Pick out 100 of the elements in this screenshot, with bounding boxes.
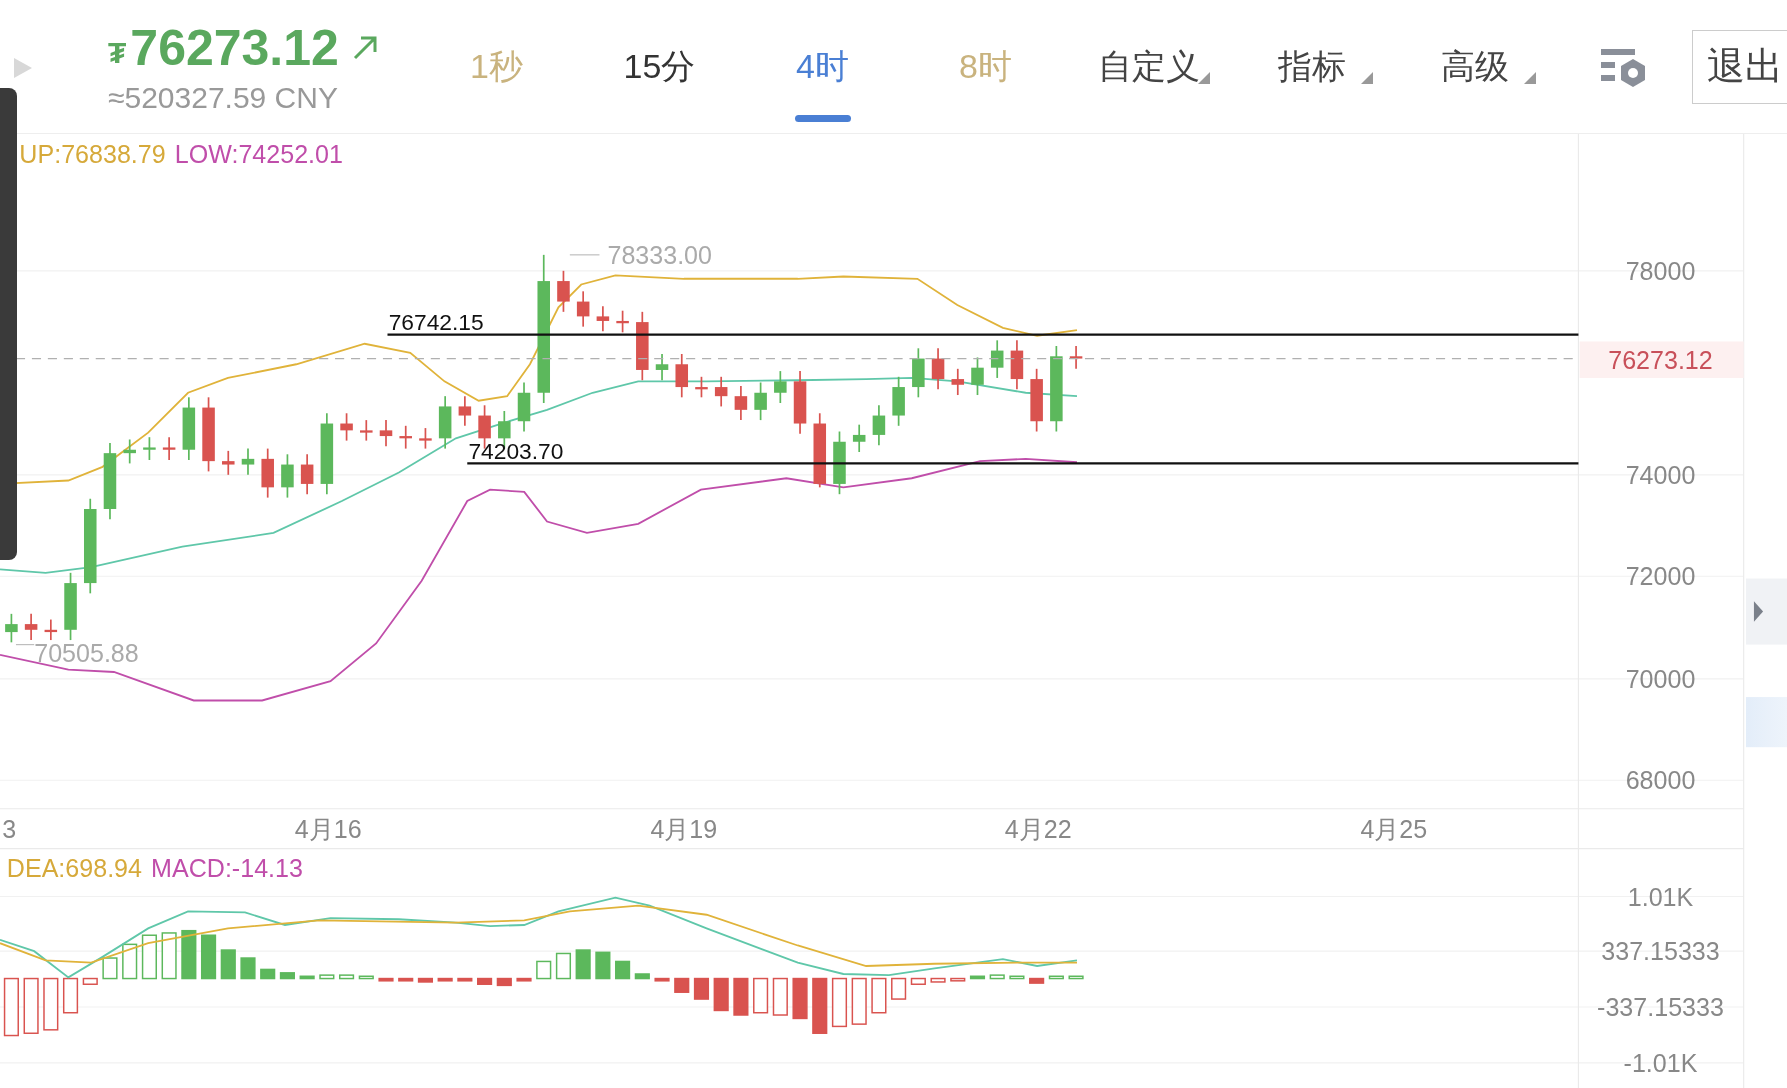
candlestick (143, 436, 156, 461)
macd-bar (3, 977, 19, 1037)
candlestick (754, 381, 767, 421)
candlestick (1069, 345, 1083, 370)
candlestick (1030, 367, 1043, 433)
candlestick (951, 367, 965, 396)
leader-line (569, 254, 601, 256)
macd-bar (378, 977, 394, 982)
low-price-label: 70505.88 (34, 638, 139, 667)
candlestick (261, 447, 274, 499)
candlestick (596, 305, 610, 333)
macd-bar (654, 977, 670, 982)
macd-bar (733, 977, 749, 1016)
candlestick (931, 347, 945, 391)
macd-bar (851, 977, 867, 1025)
candlestick (340, 412, 353, 442)
date-axis-label: 3 (2, 815, 17, 844)
macd-bar (201, 934, 217, 980)
macd-bar (398, 977, 414, 982)
timeframe-tab[interactable]: 高级 (1393, 0, 1556, 133)
candlestick (517, 381, 531, 433)
high-price-label: 78333.00 (607, 240, 712, 269)
price-axis-label: 72000 (1625, 562, 1696, 591)
candlestick (64, 571, 77, 641)
date-axis-label: 4月22 (1004, 815, 1072, 844)
expand-arrow-icon[interactable] (1753, 601, 1764, 622)
candlestick (123, 438, 136, 465)
macd-bar (930, 977, 946, 983)
candlestick (990, 339, 1004, 379)
macd-bar (536, 960, 552, 980)
selected-indicator (794, 114, 851, 122)
candlestick (695, 375, 708, 399)
candlestick (852, 423, 866, 453)
expand-tab[interactable] (1745, 578, 1787, 645)
macd-bar (753, 977, 769, 1014)
macd-bar (477, 977, 493, 985)
candlestick (44, 618, 58, 641)
timeframe-tab[interactable]: 自定义 (1067, 0, 1230, 133)
macd-bar (496, 977, 512, 987)
candlestick (182, 396, 196, 461)
candlestick (892, 375, 905, 427)
price-axis-label: 70000 (1625, 664, 1696, 693)
macd-bar (812, 977, 828, 1034)
macd-bar (871, 977, 887, 1014)
candlestick (833, 430, 846, 496)
current-price-axis-label: 76273.12 (1608, 345, 1713, 374)
price-level-label: 76742.15 (388, 309, 484, 336)
macd-bar (693, 977, 710, 1000)
candlestick (379, 419, 393, 448)
exit-button[interactable]: 退出 (1692, 29, 1787, 104)
candlestick (24, 613, 38, 641)
candlestick (281, 453, 294, 499)
macd-bar (595, 951, 611, 980)
candlestick (438, 395, 452, 450)
date-axis-label: 4月25 (1360, 815, 1428, 844)
macd-axis-label: 1.01K (1627, 882, 1694, 911)
macd-axis-label: -337.15333 (1597, 993, 1724, 1022)
macd-bar (358, 975, 374, 980)
macd-bar (969, 975, 986, 980)
candlestick (774, 370, 787, 404)
price-axis-label: 78000 (1625, 256, 1696, 285)
candlestick (714, 375, 728, 408)
macd-bar (1009, 975, 1025, 980)
macd-bar (1048, 975, 1064, 980)
candlestick (1010, 339, 1024, 391)
bollinger-legend: UP:76838.79 LOW:74252.01 (19, 139, 343, 168)
candlestick (655, 353, 669, 382)
macd-bar (62, 977, 79, 1014)
macd-axis-label: 337.15333 (1601, 937, 1720, 966)
currency-symbol: ₮ (108, 35, 127, 70)
macd-bar (417, 977, 433, 983)
candlestick (872, 404, 886, 447)
leader-line (15, 644, 35, 646)
price-axis-label: 74000 (1625, 460, 1696, 489)
macd-bar (831, 977, 848, 1028)
macd-bar (634, 973, 650, 980)
macd-bar (82, 977, 98, 985)
dropdown-caret-icon (1524, 71, 1536, 84)
candlestick (419, 427, 432, 450)
converted-price: ≈520327.59 CNY (108, 80, 339, 115)
macd-bar (319, 974, 335, 980)
timeframe-tab[interactable]: 15分 (578, 0, 741, 133)
current-price: 76273.12 (130, 18, 339, 77)
timeframe-tab[interactable]: 指标 (1230, 0, 1393, 133)
macd-axis-label: -1.01K (1623, 1049, 1698, 1077)
macd-bar (1029, 977, 1045, 984)
dropdown-caret-icon (1361, 71, 1373, 84)
collapsed-panel (1745, 697, 1787, 748)
candlestick (360, 419, 373, 442)
macd-bar (1068, 975, 1084, 980)
timeframe-tab[interactable]: 4时 (741, 0, 904, 133)
candlestick (300, 453, 314, 496)
candlestick (399, 424, 412, 450)
candlestick (616, 309, 629, 334)
macd-bar (516, 977, 532, 982)
macd-bar (457, 977, 473, 982)
candlestick (636, 311, 649, 382)
dropdown-caret-icon (1198, 71, 1210, 84)
date-axis-label: 4月19 (650, 815, 718, 844)
macd-bar (141, 934, 157, 980)
